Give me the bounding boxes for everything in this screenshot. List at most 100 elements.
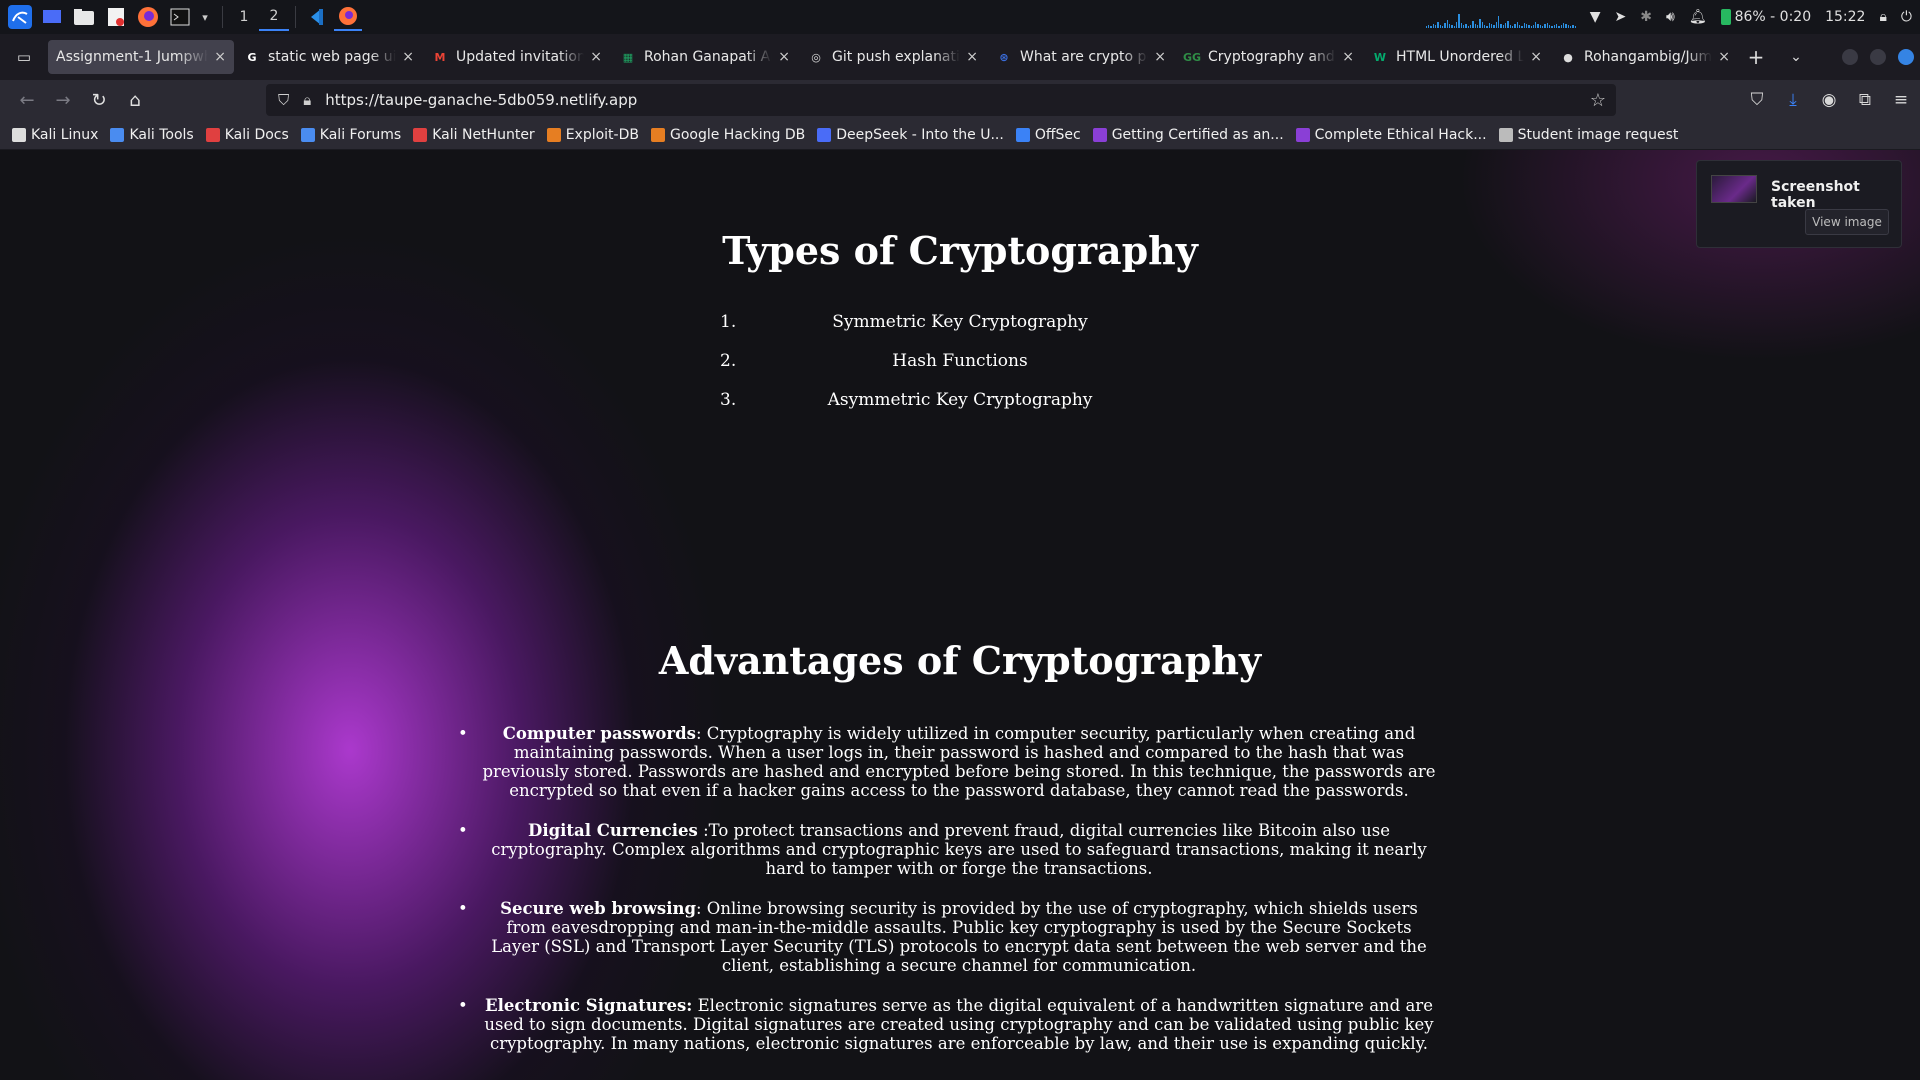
browser-tab[interactable]: ● Rohangambig/Jump × xyxy=(1552,40,1738,74)
lock-icon[interactable]: 🔒︎ xyxy=(303,91,311,109)
new-tab-button[interactable]: + xyxy=(1740,41,1772,73)
desktop-icon[interactable] xyxy=(38,3,66,31)
browser-tab[interactable]: Assignment-1 Jumpwh × xyxy=(48,40,234,74)
bookmark-item[interactable]: Student image request xyxy=(1498,127,1678,143)
bookmark-item[interactable]: Exploit-DB xyxy=(546,126,639,143)
bookmark-item[interactable]: Getting Certified as an... xyxy=(1092,127,1284,143)
bookmark-label: Kali Docs xyxy=(224,126,289,143)
bookmark-item[interactable]: OffSec xyxy=(1015,127,1081,143)
list-tabs-button[interactable]: ⌄ xyxy=(1780,41,1812,73)
pocket-icon[interactable]: ⛉ xyxy=(1746,90,1768,110)
bookmark-item[interactable]: Kali Linux xyxy=(12,127,98,143)
bookmark-item[interactable]: Complete Ethical Hack... xyxy=(1295,126,1487,143)
bookmarks-toolbar: Kali Linux Kali Tools Kali Docs Kali Forums… xyxy=(0,120,1920,150)
advantage-term: Digital Currencies xyxy=(528,821,698,840)
browser-tab[interactable]: ▦ Rohan Ganapati An × xyxy=(612,40,798,74)
hamburger-menu-icon[interactable]: ≡ xyxy=(1890,90,1912,110)
firefox-icon[interactable] xyxy=(134,3,162,31)
tab-overview-icon[interactable]: ▭ xyxy=(8,41,40,73)
terminal-icon[interactable] xyxy=(166,3,194,31)
bookmark-label: Google Hacking DB xyxy=(669,126,806,143)
lock-icon[interactable]: 🔒︎ xyxy=(1879,9,1886,25)
bookmark-item[interactable]: Kali Forums xyxy=(300,127,401,143)
bookmark-item[interactable]: DeepSeek - Into the U... xyxy=(817,127,1004,143)
screenshot-notification[interactable]: Screenshot taken View image xyxy=(1696,160,1902,248)
extensions-icon[interactable]: ⧉ xyxy=(1854,90,1876,110)
maximize-button[interactable] xyxy=(1870,49,1886,65)
tab-label: Rohangambig/Jump xyxy=(1584,49,1713,65)
bookmark-favicon-icon xyxy=(12,127,26,142)
tab-label: What are crypto po xyxy=(1020,49,1149,65)
browser-tab[interactable]: ◎ Git push explanatio × xyxy=(800,40,986,74)
battery-indicator[interactable]: 86% - 0:20 xyxy=(1720,9,1811,25)
browser-tab[interactable]: W HTML Unordered Li × xyxy=(1364,40,1550,74)
close-tab-icon[interactable]: × xyxy=(966,49,978,65)
divider xyxy=(222,6,223,28)
bookmark-favicon-icon xyxy=(205,127,220,142)
close-tab-icon[interactable]: × xyxy=(402,49,414,65)
close-tab-icon[interactable]: × xyxy=(214,49,226,65)
browser-tab[interactable]: M Updated invitation × xyxy=(424,40,610,74)
vscode-icon[interactable] xyxy=(302,3,330,31)
divider xyxy=(295,6,296,28)
close-tab-icon[interactable]: × xyxy=(778,49,790,65)
close-tab-icon[interactable]: × xyxy=(590,49,602,65)
bookmark-item[interactable]: Kali Docs xyxy=(205,126,289,143)
file-manager-icon[interactable] xyxy=(70,3,98,31)
kali-menu-icon[interactable] xyxy=(6,3,34,31)
list-number: 1. xyxy=(720,311,737,332)
home-button[interactable]: ⌂ xyxy=(118,84,152,116)
workspace-2[interactable]: 2 xyxy=(259,3,289,31)
list-number: 3. xyxy=(720,389,737,410)
volume-icon[interactable]: 🔊︎ xyxy=(1666,9,1675,25)
wifi-icon[interactable]: ▼ xyxy=(1590,9,1601,25)
back-button[interactable]: ← xyxy=(10,84,44,116)
forward-button[interactable]: → xyxy=(46,84,80,116)
advantages-list: Computer passwords: Cryptography is wide… xyxy=(458,724,1450,1074)
tab-label: Updated invitation xyxy=(456,49,585,65)
clock[interactable]: 15:22 xyxy=(1825,9,1865,25)
telegram-icon[interactable]: ➤ xyxy=(1615,9,1627,25)
reload-button[interactable]: ↻ xyxy=(82,84,116,116)
workspace-1[interactable]: 1 xyxy=(229,3,259,31)
web-page-content: Types of Cryptography 1. Symmetric Key Cr… xyxy=(0,150,1920,1080)
advantage-term: Secure web browsing xyxy=(500,899,696,918)
screenshot-thumbnail[interactable] xyxy=(1711,175,1757,203)
bell-icon[interactable]: 🔔︎ xyxy=(1689,9,1707,25)
bookmark-item[interactable]: Google Hacking DB xyxy=(650,126,806,143)
bookmark-item[interactable]: Kali NetHunter xyxy=(413,127,535,143)
bookmark-item[interactable]: Kali Tools xyxy=(110,127,194,143)
bookmark-favicon-icon xyxy=(817,127,832,142)
bookmark-label: Complete Ethical Hack... xyxy=(1314,126,1487,143)
close-window-button[interactable] xyxy=(1898,49,1914,65)
bookmark-label: Exploit-DB xyxy=(565,126,639,143)
shield-icon[interactable]: ⛉ xyxy=(278,91,289,109)
chatgpt-icon: ◎ xyxy=(811,50,821,64)
close-tab-icon[interactable]: × xyxy=(1154,49,1166,65)
url-text[interactable]: https://taupe-ganache-5db059.netlify.app xyxy=(325,91,637,109)
minimize-button[interactable] xyxy=(1842,49,1858,65)
view-image-button[interactable]: View image xyxy=(1805,209,1889,235)
close-tab-icon[interactable]: × xyxy=(1530,49,1542,65)
text-editor-icon[interactable] xyxy=(102,3,130,31)
browser-tab[interactable]: ⊛ What are crypto po × xyxy=(988,40,1174,74)
logout-icon[interactable]: ⏻ xyxy=(1901,9,1912,25)
chevron-down-icon[interactable]: ▾ xyxy=(198,3,212,31)
bookmark-favicon-icon xyxy=(413,127,428,142)
browser-tab[interactable]: Gstatic web page ui d × xyxy=(236,40,422,74)
close-tab-icon[interactable]: × xyxy=(1718,49,1730,65)
list-text: Hash Functions xyxy=(892,350,1028,371)
gfg-icon: GG xyxy=(1182,50,1202,64)
account-icon[interactable]: ◉ xyxy=(1818,90,1840,110)
bluetooth-icon[interactable]: ✱ xyxy=(1640,9,1652,25)
close-tab-icon[interactable]: × xyxy=(1342,49,1354,65)
window-controls xyxy=(1842,34,1914,80)
bookmark-star-icon[interactable]: ☆ xyxy=(1590,90,1606,111)
downloads-icon[interactable]: ⤓ xyxy=(1782,90,1804,110)
url-bar[interactable]: ⛉ 🔒︎ https://taupe-ganache-5db059.netlif… xyxy=(266,84,1616,116)
advantage-term: Electronic Signatures: xyxy=(485,996,693,1015)
bookmark-favicon-icon xyxy=(110,127,125,142)
tab-label: Rohan Ganapati An xyxy=(644,49,773,65)
firefox-window-icon[interactable] xyxy=(334,3,362,31)
browser-tab[interactable]: GG Cryptography and it × xyxy=(1176,40,1362,74)
